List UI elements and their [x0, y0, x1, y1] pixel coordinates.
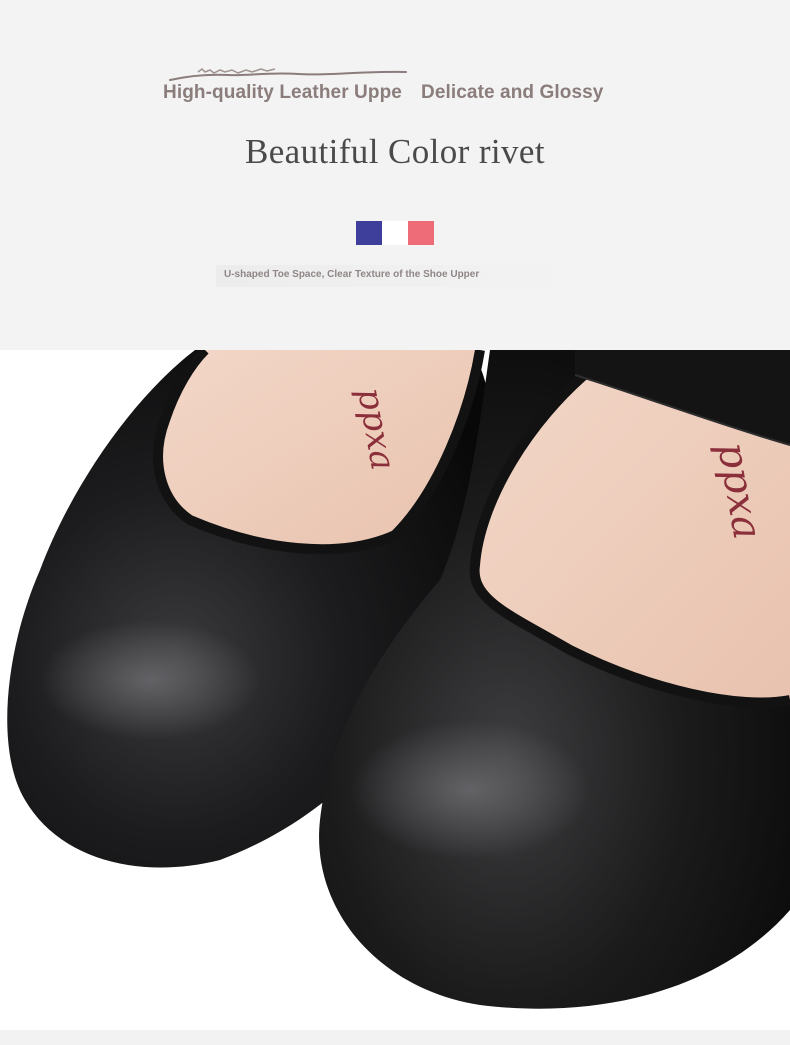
tagline-delicate-glossy: Delicate and Glossy	[421, 82, 604, 103]
bottom-strip	[0, 1030, 790, 1045]
color-swatches	[356, 221, 434, 245]
swatch-blue	[356, 221, 382, 245]
tagline-leather-upper: High-quality Leather Uppe	[163, 82, 402, 103]
shoes-illustration: ppxa ppxa	[0, 350, 790, 1030]
page-title: Beautiful Color rivet	[244, 132, 545, 171]
swatch-pink	[408, 221, 434, 245]
product-header: High-quality Leather Uppe Delicate and G…	[0, 0, 790, 350]
product-photo: ppxa ppxa	[0, 350, 790, 1030]
swatch-white	[382, 221, 408, 245]
subtitle: U-shaped Toe Space, Clear Texture of the…	[224, 269, 480, 280]
